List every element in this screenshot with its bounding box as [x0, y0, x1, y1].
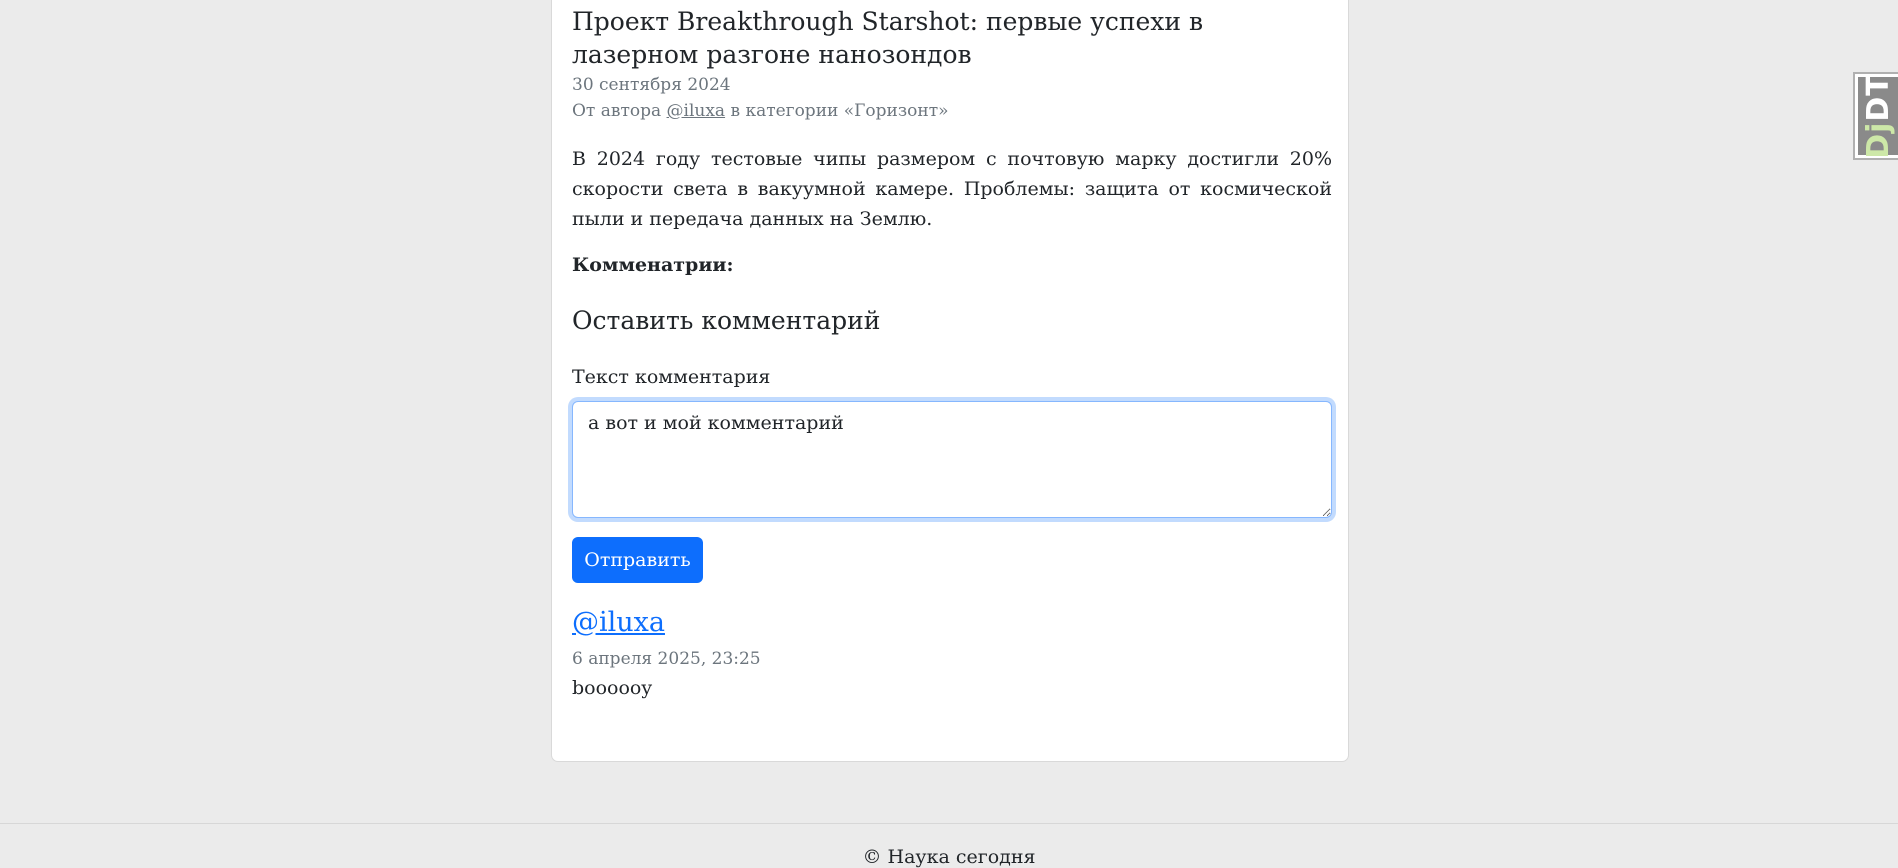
debug-toolbar-handle[interactable]: DjDT: [1853, 72, 1898, 160]
comment-date: 6 апреля 2025, 23:25: [572, 649, 761, 669]
byline-category: в категории «Горизонт»: [725, 101, 949, 121]
post-byline: От автора @iluxa в категории «Горизонт»: [572, 101, 949, 121]
djdt-dt-text: DT: [1860, 73, 1896, 122]
post-body: В 2024 году тестовые чипы размером с поч…: [572, 148, 1332, 230]
submit-comment-button[interactable]: Отправить: [572, 537, 703, 583]
comment-text: boooooy: [572, 677, 653, 699]
byline-prefix: От автора: [572, 101, 667, 121]
footer-copyright: © Наука сегодня: [862, 846, 1036, 868]
post-card: Проект Breakthrough Starshot: первые усп…: [551, 0, 1349, 762]
comment-form-heading: Оставить комментарий: [572, 306, 881, 335]
djdt-logo-icon: DjDT: [1858, 73, 1898, 159]
comments-heading: Комменатрии:: [572, 254, 734, 276]
comment-author-link[interactable]: @iluxa: [572, 607, 665, 638]
author-link[interactable]: @iluxa: [667, 101, 726, 121]
post-title: Проект Breakthrough Starshot: первые усп…: [572, 7, 1204, 69]
comment-text-label: Текст комментария: [572, 366, 771, 388]
comment-textarea[interactable]: [572, 401, 1332, 518]
footer-divider: [0, 823, 1898, 824]
post-date: 30 сентября 2024: [572, 75, 731, 95]
djdt-dj-text: Dj: [1860, 121, 1896, 159]
